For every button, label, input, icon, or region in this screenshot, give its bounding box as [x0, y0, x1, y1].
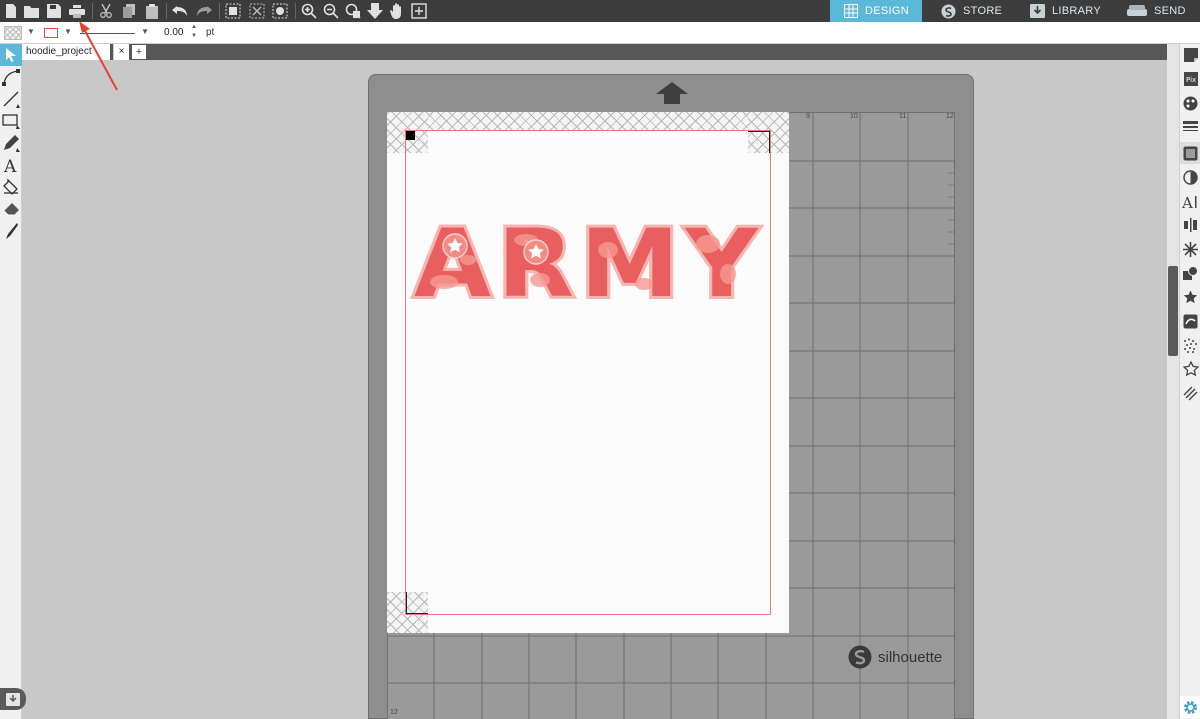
trace-icon[interactable] — [1180, 310, 1200, 332]
modify-icon[interactable] — [1180, 262, 1200, 284]
knife-icon[interactable] — [0, 220, 22, 242]
vertical-scrollbar[interactable] — [1167, 44, 1179, 719]
ruler-label-11: 11 — [899, 113, 907, 120]
new-document-icon[interactable] — [2, 2, 20, 20]
zoom-out-icon[interactable] — [322, 2, 340, 20]
line-width-stepper[interactable]: ▲ ▼ — [191, 23, 197, 41]
fill-bucket-icon[interactable] — [0, 176, 22, 198]
army-design[interactable]: ARMY — [408, 210, 770, 302]
gradient-icon[interactable] — [1180, 166, 1200, 188]
left-tool-panel: A — [0, 44, 26, 719]
favorites-icon[interactable] — [1180, 358, 1200, 380]
offset-icon[interactable] — [1180, 286, 1200, 308]
silhouette-logo-icon — [941, 4, 956, 18]
group-icon[interactable] — [224, 2, 242, 20]
cutter-machine-icon — [1127, 4, 1147, 16]
fit-page-icon[interactable] — [410, 2, 428, 20]
fill-dropdown-icon[interactable]: ▼ — [27, 27, 35, 36]
line-icon[interactable] — [0, 88, 22, 110]
fill-color-icon[interactable] — [1180, 92, 1200, 114]
library-bottom-button[interactable] — [0, 688, 26, 710]
silhouette-brand-logo: silhouette — [848, 645, 942, 669]
text-icon[interactable]: A — [0, 154, 22, 176]
ruler-label-12: 12 — [946, 113, 954, 120]
edit-points-icon[interactable] — [0, 66, 22, 88]
cut-border — [405, 130, 771, 615]
tab-send-label: SEND — [1154, 5, 1186, 17]
margin-hatch-top — [387, 112, 789, 130]
rectangle-icon[interactable] — [0, 110, 22, 132]
compound-icon[interactable] — [271, 2, 289, 20]
line-color-dropdown-icon[interactable]: ▼ — [64, 27, 72, 36]
line-color-swatch[interactable] — [44, 28, 58, 38]
svg-text:A: A — [3, 157, 17, 174]
tab-library[interactable]: LIBRARY — [1016, 0, 1116, 22]
ungroup-icon[interactable] — [248, 2, 266, 20]
silhouette-brand-text: silhouette — [878, 648, 943, 666]
line-style-dropdown-icon[interactable]: ▼ — [141, 27, 149, 36]
annotation-arrow — [79, 21, 118, 91]
sketch-icon[interactable] — [1180, 334, 1200, 356]
page-setup-icon[interactable] — [1180, 44, 1200, 66]
pencil-icon[interactable] — [0, 132, 22, 154]
tab-library-label: LIBRARY — [1052, 5, 1101, 17]
zoom-in-icon[interactable] — [300, 2, 318, 20]
pointer-icon[interactable] — [0, 44, 22, 66]
download-icon — [6, 692, 20, 706]
pan-hand-icon[interactable] — [388, 2, 406, 20]
eraser-icon[interactable] — [0, 198, 22, 220]
pattern-icon[interactable] — [1180, 142, 1200, 164]
svg-text:A: A — [1182, 194, 1193, 209]
main-toolbar: DESIGN STORE LIBRARY SEND — [0, 0, 1200, 22]
tab-send[interactable]: SEND — [1113, 0, 1200, 22]
paste-icon[interactable] — [143, 2, 161, 20]
tab-design[interactable]: DESIGN — [830, 0, 922, 22]
line-style-icon[interactable] — [1180, 116, 1200, 138]
add-tab-button[interactable]: + — [132, 45, 146, 59]
replicate-icon[interactable] — [1180, 238, 1200, 260]
settings-icon[interactable] — [1180, 696, 1200, 718]
pixscan-icon[interactable]: Pix — [1180, 68, 1200, 90]
undo-icon[interactable] — [171, 2, 189, 20]
text-style-icon[interactable]: A — [1180, 190, 1200, 212]
zoom-selection-icon[interactable] — [344, 2, 362, 20]
line-width-unit: pt — [206, 27, 215, 38]
open-folder-icon[interactable] — [23, 2, 41, 20]
vertical-scroll-thumb[interactable] — [1168, 266, 1178, 356]
align-icon[interactable] — [1180, 214, 1200, 236]
document-tab-strip: hoodie_project × + — [22, 44, 1167, 60]
properties-toolbar: ▼ ▼ ▼ 0.00 ▲ ▼ pt — [0, 22, 1200, 44]
silhouette-logo-icon — [848, 645, 872, 669]
ruler-label-10: 10 — [850, 113, 858, 120]
star-emblem-icon — [523, 239, 549, 265]
tab-store[interactable]: STORE — [927, 0, 1019, 22]
ruler-corner-label: 12 — [390, 709, 398, 716]
move-down-icon[interactable] — [366, 2, 384, 20]
right-panel-toolbar: Pix A — [1179, 44, 1200, 719]
svg-text:Pix: Pix — [1186, 76, 1196, 84]
tab-store-label: STORE — [963, 5, 1003, 17]
library-download-icon — [1030, 4, 1045, 18]
copy-icon[interactable] — [120, 2, 138, 20]
redo-icon[interactable] — [195, 2, 213, 20]
fill-swatch[interactable] — [4, 26, 22, 40]
rhinestone-icon[interactable] — [1180, 382, 1200, 404]
save-icon[interactable] — [45, 2, 63, 20]
cut-icon[interactable] — [97, 2, 115, 20]
star-emblem-icon — [442, 233, 468, 259]
print-icon[interactable] — [68, 2, 86, 20]
grid-icon — [844, 4, 858, 18]
line-width-input[interactable]: 0.00 — [164, 27, 183, 38]
ruler-label-9: 9 — [806, 113, 810, 120]
mat-feed-arrow-icon — [656, 82, 688, 107]
tab-design-label: DESIGN — [865, 5, 909, 17]
